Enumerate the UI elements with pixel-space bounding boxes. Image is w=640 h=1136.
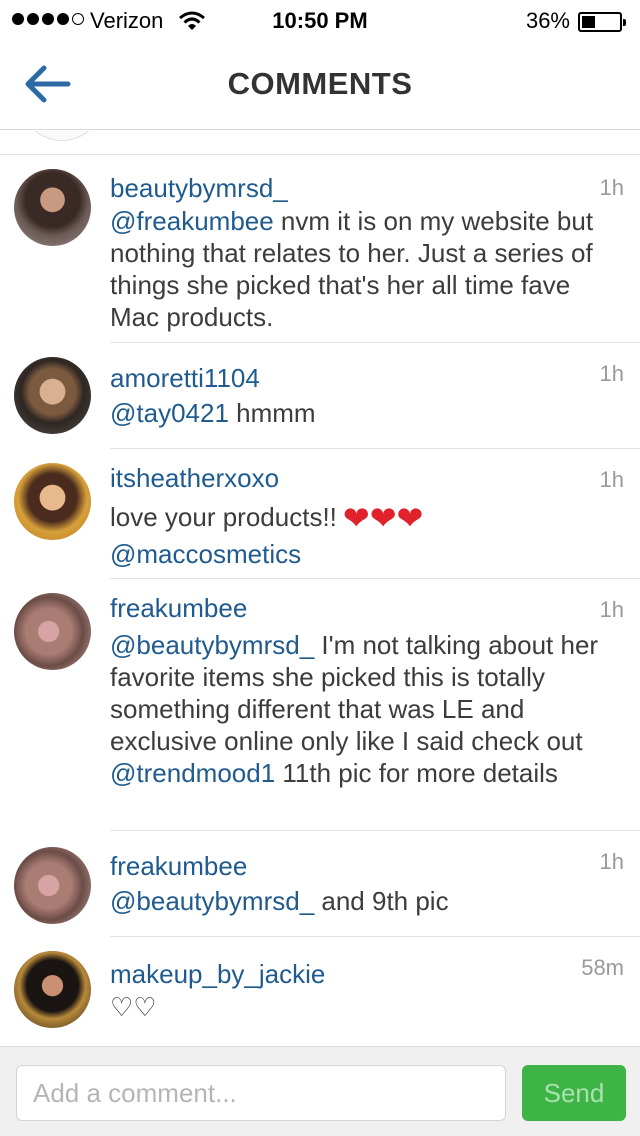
comments-list[interactable]: beautybymrsd_ 1h @freakumbee nvm it is o… (0, 131, 640, 1046)
page-title: COMMENTS (227, 66, 413, 101)
comment-username[interactable]: amoretti1104 (110, 363, 260, 394)
avatar[interactable] (14, 847, 91, 924)
comment-input[interactable] (16, 1065, 506, 1121)
comment-text: @beautybymrsd_ I'm not talking about her… (110, 630, 599, 788)
mention-link[interactable]: @beautybymrsd_ (110, 630, 314, 660)
avatar[interactable] (14, 593, 91, 670)
comment-text: ♡♡ (110, 992, 157, 1022)
comment-item: beautybymrsd_ 1h @freakumbee nvm it is o… (0, 155, 640, 343)
comment-item: makeup_by_jackie 58m ♡♡ (0, 937, 640, 1046)
comment-timestamp: 1h (599, 175, 624, 200)
comment-username[interactable]: beautybymrsd_ (110, 173, 288, 204)
wifi-icon (178, 9, 206, 39)
comment-text: love your products!! ❤❤❤ @maccosmetics (110, 500, 424, 569)
avatar[interactable] (14, 463, 91, 540)
comment-timestamp: 1h (599, 597, 624, 622)
back-arrow-icon (25, 65, 71, 103)
mention-link[interactable]: @freakumbee (110, 206, 274, 236)
avatar[interactable] (14, 951, 91, 1028)
comment-item: freakumbee 1h @beautybymrsd_ and 9th pic (0, 831, 640, 937)
send-button[interactable]: Send (522, 1065, 626, 1121)
comment-timestamp: 58m (581, 955, 624, 980)
comment-item: itsheatherxoxo 1h love your products!! ❤❤… (0, 449, 640, 579)
comment-item: amoretti1104 1h @tay0421 hmmm (0, 343, 640, 449)
avatar[interactable] (14, 357, 91, 434)
comment-text: @tay0421 hmmm (110, 398, 316, 428)
battery-percentage: 36% (525, 8, 570, 33)
battery-icon (578, 12, 626, 32)
comment-composer: Send (0, 1046, 640, 1136)
mention-link[interactable]: @tay0421 (110, 398, 229, 428)
status-bar: Verizon 10:50 PM 36% (0, 0, 640, 40)
comment-username[interactable]: freakumbee (110, 593, 247, 624)
comment-item: freakumbee 1h @beautybymrsd_ I'm not tal… (0, 579, 640, 831)
comment-timestamp: 1h (599, 849, 624, 874)
comment-timestamp: 1h (599, 467, 624, 492)
partial-comment-above (0, 131, 640, 155)
nav-bar: COMMENTS (0, 40, 640, 130)
mention-link[interactable]: @beautybymrsd_ (110, 886, 314, 916)
comment-username[interactable]: itsheatherxoxo (110, 463, 279, 494)
heart-emoji-icon: ❤❤❤ (342, 500, 424, 536)
comment-username[interactable]: freakumbee (110, 851, 247, 882)
mention-link[interactable]: @trendmood1 (110, 758, 275, 788)
comment-username[interactable]: makeup_by_jackie (110, 959, 325, 990)
carrier-name: Verizon (90, 8, 164, 33)
mention-link[interactable]: @maccosmetics (110, 539, 301, 569)
comment-text: @beautybymrsd_ and 9th pic (110, 886, 449, 916)
avatar[interactable] (14, 169, 91, 246)
back-button[interactable] (20, 62, 74, 106)
comment-timestamp: 1h (599, 361, 624, 386)
signal-strength-icon (12, 13, 84, 25)
comment-text: @freakumbee nvm it is on my website but … (110, 206, 594, 332)
